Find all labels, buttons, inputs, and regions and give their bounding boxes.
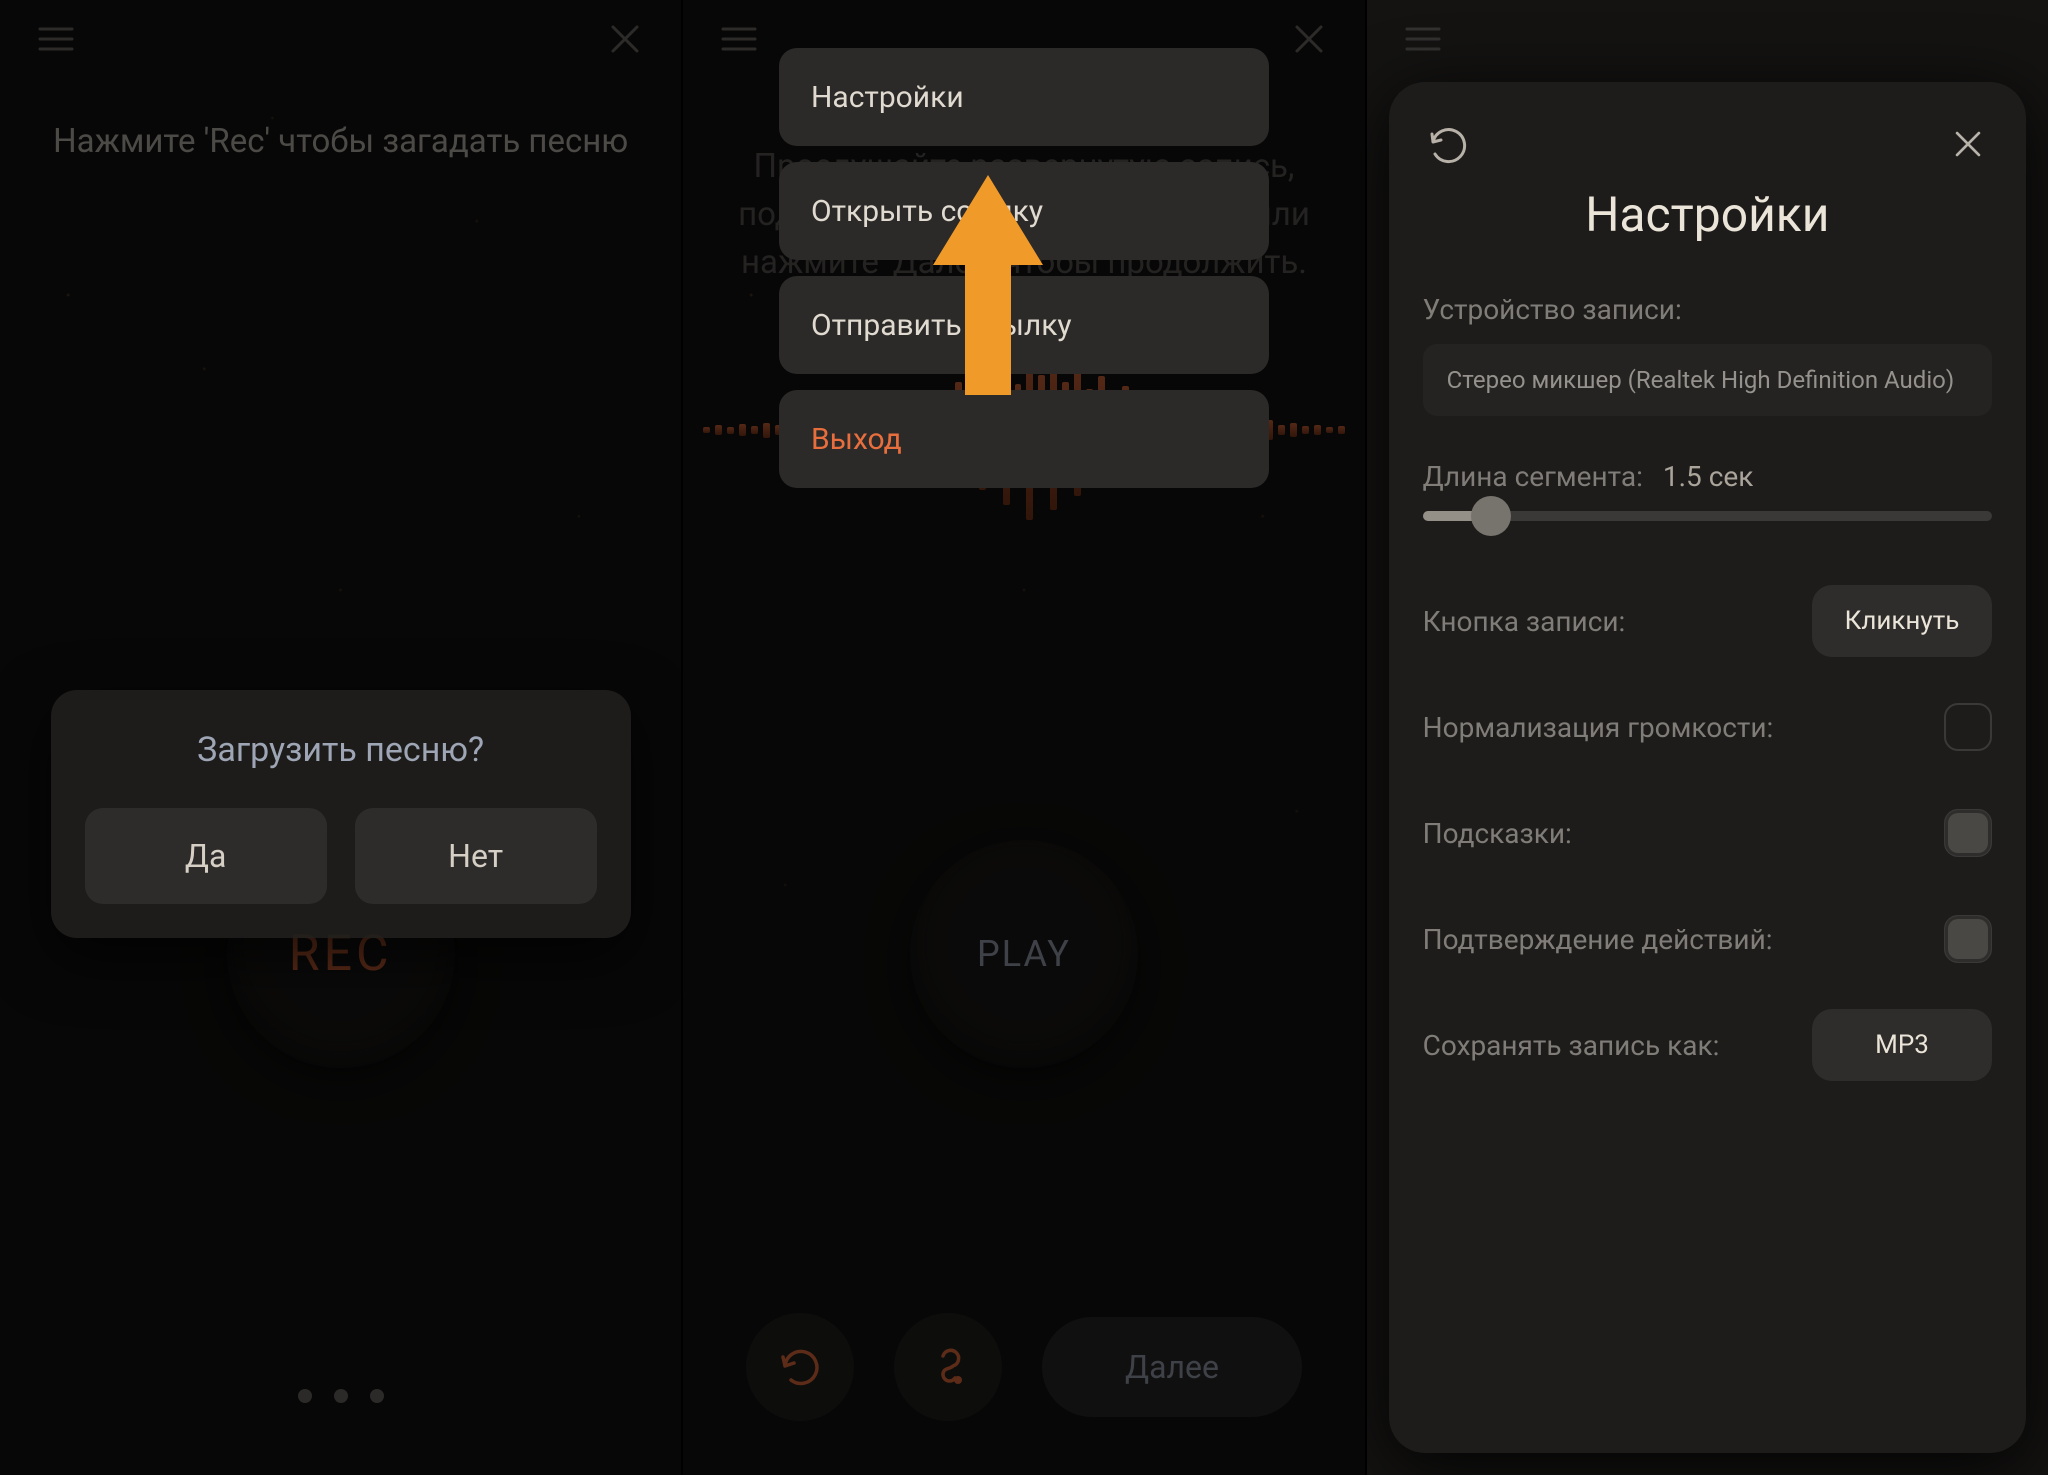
hints-label: Подсказки: [1423, 817, 1572, 850]
dialog-question: Загрузить песню? [85, 730, 597, 770]
yes-button[interactable]: Да [85, 808, 327, 904]
save-as-select[interactable]: MP3 [1812, 1009, 1992, 1081]
confirm-actions-checkbox[interactable] [1944, 915, 1992, 963]
normalize-volume-label: Нормализация громкости: [1423, 711, 1774, 744]
record-device-value: Стерео микшер (Realtek High Definition A… [1447, 366, 1955, 394]
load-song-dialog: Загрузить песню? Да Нет [51, 690, 631, 938]
no-button[interactable]: Нет [355, 808, 597, 904]
save-as-label: Сохранять запись как: [1423, 1029, 1720, 1062]
segment-length-slider[interactable] [1423, 511, 1992, 521]
record-device-label: Устройство записи: [1423, 293, 1992, 326]
slider-thumb[interactable] [1471, 496, 1511, 536]
normalize-volume-checkbox[interactable] [1944, 703, 1992, 751]
confirm-actions-label: Подтверждение действий: [1423, 923, 1773, 956]
menu-item-label: Настройки [811, 80, 964, 115]
close-icon[interactable] [1944, 120, 1992, 168]
record-button-mode-select[interactable]: Кликнуть [1812, 585, 1992, 657]
record-device-select[interactable]: Стерео микшер (Realtek High Definition A… [1423, 344, 1992, 416]
settings-title: Настройки [1423, 186, 1992, 243]
hints-checkbox[interactable] [1944, 809, 1992, 857]
segment-length-label: Длина сегмента: [1423, 460, 1643, 493]
segment-length-value: 1.5 сек [1663, 460, 1753, 493]
menu-item-settings[interactable]: Настройки [779, 48, 1269, 146]
no-button-label: Нет [448, 837, 503, 875]
record-button-mode-value: Кликнуть [1845, 606, 1960, 636]
screen-settings: Настройки Устройство записи: Стерео микш… [1367, 0, 2048, 1475]
record-button-mode-label: Кнопка записи: [1423, 605, 1626, 638]
menu-item-label: Выход [811, 422, 902, 457]
back-icon[interactable] [1423, 120, 1471, 168]
hamburger-icon[interactable] [1397, 13, 1449, 65]
save-as-value: MP3 [1875, 1030, 1929, 1060]
screen-rec: Нажмите 'Rec' чтобы загадать песню REC З… [0, 0, 683, 1475]
menu-item-exit[interactable]: Выход [779, 390, 1269, 488]
yes-button-label: Да [185, 837, 226, 875]
settings-panel: Настройки Устройство записи: Стерео микш… [1389, 82, 2026, 1453]
screen-play: Прослушайте развернутую запись, поделите… [683, 0, 1366, 1475]
tutorial-arrow-icon [933, 175, 1043, 395]
